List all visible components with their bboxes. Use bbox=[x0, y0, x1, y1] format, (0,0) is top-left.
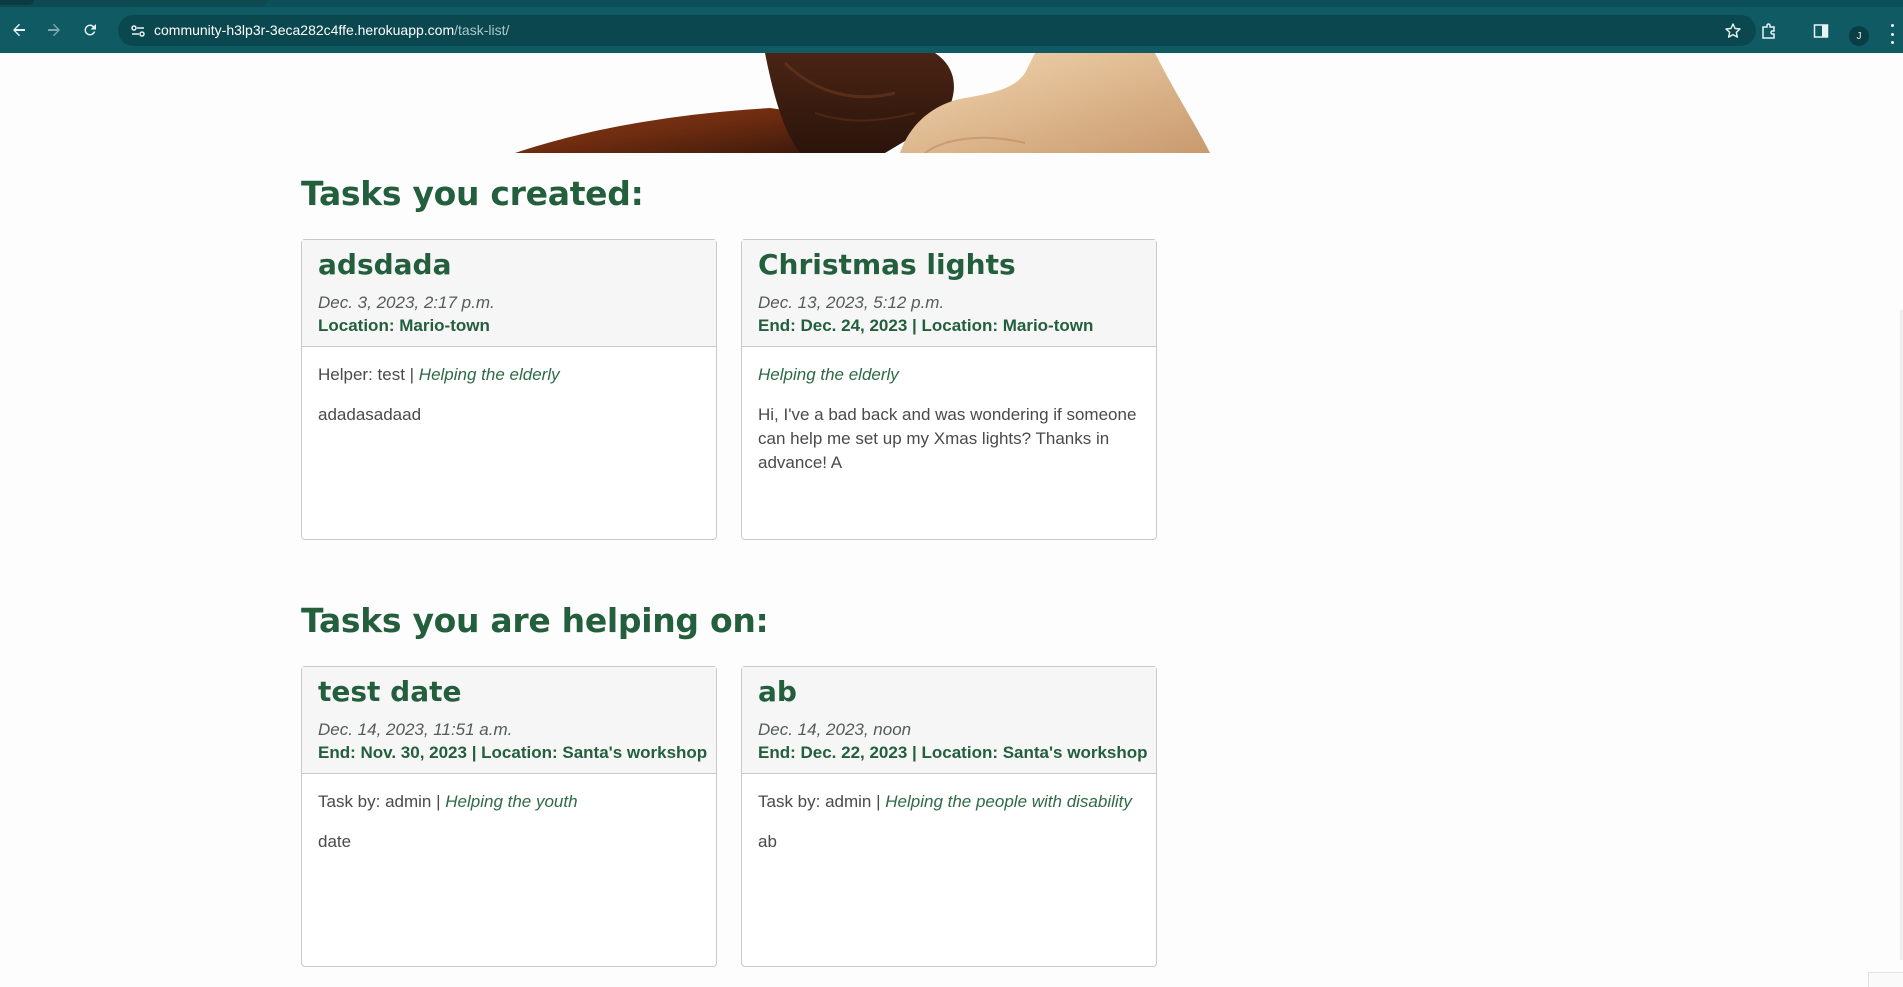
task-card[interactable]: adsdada Dec. 3, 2023, 2:17 p.m. Location… bbox=[301, 239, 717, 540]
task-meta: End: Dec. 24, 2023 | Location: Mario-tow… bbox=[758, 316, 1094, 335]
site-settings-icon[interactable] bbox=[130, 23, 146, 39]
task-title[interactable]: test date bbox=[318, 674, 700, 710]
task-card-header: test date Dec. 14, 2023, 11:51 a.m. End:… bbox=[302, 667, 716, 774]
task-card-header: Christmas lights Dec. 13, 2023, 5:12 p.m… bbox=[742, 240, 1156, 347]
reload-button[interactable] bbox=[79, 19, 101, 41]
task-category: Helping the elderly bbox=[418, 365, 560, 384]
task-description: ab bbox=[758, 832, 777, 851]
arrow-left-icon bbox=[13, 23, 25, 37]
task-card-header: adsdada Dec. 3, 2023, 2:17 p.m. Location… bbox=[302, 240, 716, 347]
url-host: community-h3lp3r-3eca282c4ffe.herokuapp.… bbox=[154, 22, 455, 38]
task-date: Dec. 14, 2023, noon bbox=[758, 720, 912, 739]
task-meta: End: Nov. 30, 2023 | Location: Santa's w… bbox=[318, 743, 708, 762]
task-card-body: Task by: admin | Helping the youth date bbox=[302, 774, 716, 870]
task-card[interactable]: Christmas lights Dec. 13, 2023, 5:12 p.m… bbox=[741, 239, 1157, 540]
tab-strip-background bbox=[265, 0, 1903, 7]
active-tab-edge[interactable] bbox=[0, 0, 34, 5]
back-button[interactable] bbox=[8, 19, 30, 41]
address-bar[interactable]: community-h3lp3r-3eca282c4ffe.herokuapp.… bbox=[118, 15, 1756, 46]
task-card[interactable]: ab Dec. 14, 2023, noon End: Dec. 22, 202… bbox=[741, 666, 1157, 967]
task-meta: End: Dec. 22, 2023 | Location: Santa's w… bbox=[758, 743, 1148, 762]
url-text[interactable]: community-h3lp3r-3eca282c4ffe.herokuapp.… bbox=[154, 22, 509, 38]
extensions-icon[interactable] bbox=[1760, 22, 1778, 40]
task-helper-line: Helping the elderly bbox=[758, 363, 1140, 387]
task-person: Helper: test | bbox=[318, 365, 419, 384]
task-helper-line: Task by: admin | Helping the youth bbox=[318, 790, 700, 814]
profile-avatar[interactable]: J bbox=[1849, 26, 1869, 46]
url-path: /task-list/ bbox=[454, 22, 510, 38]
side-panel-icon[interactable] bbox=[1812, 22, 1830, 40]
task-description: Hi, I've a bad back and was wondering if… bbox=[758, 405, 1137, 472]
bookmark-star-icon[interactable] bbox=[1724, 22, 1742, 40]
helping-tasks-heading: Tasks you are helping on: bbox=[301, 601, 769, 640]
task-card-body: Helper: test | Helping the elderly adada… bbox=[302, 347, 716, 443]
task-card[interactable]: test date Dec. 14, 2023, 11:51 a.m. End:… bbox=[301, 666, 717, 967]
arrow-right-icon bbox=[48, 23, 60, 37]
task-card-header: ab Dec. 14, 2023, noon End: Dec. 22, 202… bbox=[742, 667, 1156, 774]
task-title[interactable]: Christmas lights bbox=[758, 247, 1140, 283]
hero-image bbox=[515, 53, 1225, 153]
hands-illustration bbox=[515, 53, 1210, 153]
reload-icon bbox=[84, 24, 96, 36]
task-title[interactable]: ab bbox=[758, 674, 1140, 710]
task-card-body: Helping the elderly Hi, I've a bad back … bbox=[742, 347, 1156, 491]
forward-button[interactable] bbox=[43, 19, 65, 41]
task-helper-line: Task by: admin | Helping the people with… bbox=[758, 790, 1140, 814]
task-category: Helping the youth bbox=[445, 792, 578, 811]
scroll-corner bbox=[1868, 972, 1903, 987]
created-tasks-heading: Tasks you created: bbox=[301, 174, 644, 213]
task-description: adadasadaad bbox=[318, 405, 422, 424]
task-title[interactable]: adsdada bbox=[318, 247, 700, 283]
task-date: Dec. 13, 2023, 5:12 p.m. bbox=[758, 293, 945, 312]
task-category: Helping the people with disability bbox=[885, 792, 1132, 811]
task-date: Dec. 3, 2023, 2:17 p.m. bbox=[318, 293, 495, 312]
task-person: Task by: admin | bbox=[318, 792, 446, 811]
task-meta: Location: Mario-town bbox=[318, 316, 490, 335]
profile-initial: J bbox=[1856, 30, 1862, 42]
tab-strip bbox=[0, 0, 1903, 7]
browser-toolbar: community-h3lp3r-3eca282c4ffe.herokuapp.… bbox=[0, 7, 1903, 53]
task-description: date bbox=[318, 832, 352, 851]
task-card-body: Task by: admin | Helping the people with… bbox=[742, 774, 1156, 870]
task-date: Dec. 14, 2023, 11:51 a.m. bbox=[318, 720, 513, 739]
task-helper-line: Helper: test | Helping the elderly bbox=[318, 363, 700, 387]
task-category: Helping the elderly bbox=[758, 365, 899, 384]
task-person: Task by: admin | bbox=[758, 792, 886, 811]
browser-menu-button[interactable] bbox=[1889, 24, 1895, 44]
